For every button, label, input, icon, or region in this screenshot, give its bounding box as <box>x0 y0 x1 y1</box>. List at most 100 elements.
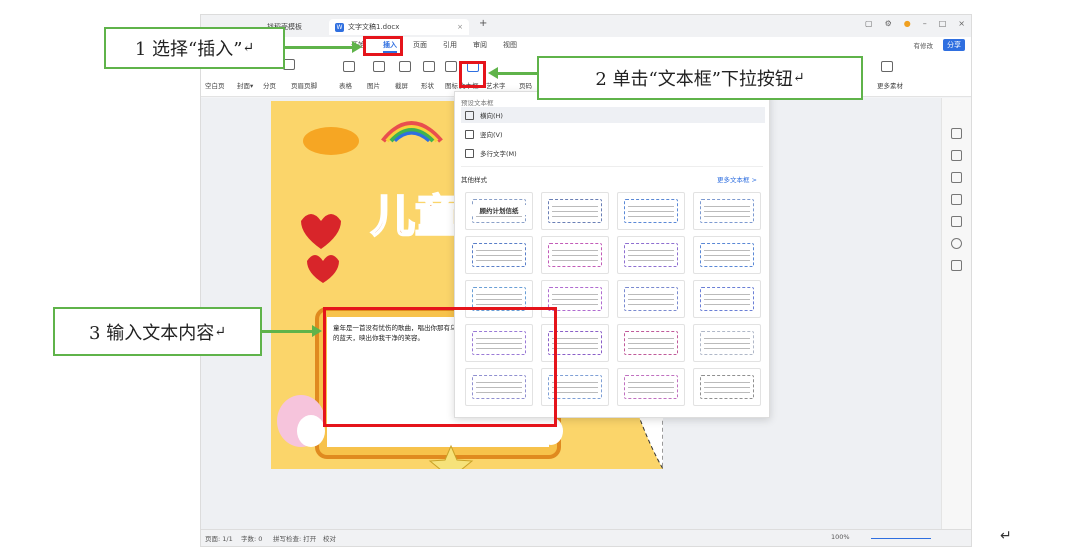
pen-icon[interactable] <box>951 128 962 139</box>
zoom-level[interactable]: 100% <box>831 533 850 541</box>
textbox-template[interactable] <box>541 324 609 362</box>
close-icon[interactable]: × <box>958 19 965 28</box>
avatar[interactable]: ● <box>904 19 911 28</box>
preset-header: 预设文本框 <box>461 99 494 107</box>
ribbon-blank-page[interactable]: 空白页 <box>205 80 225 90</box>
menu-review[interactable]: 审阅 <box>473 40 487 50</box>
textbox-template[interactable] <box>465 324 533 362</box>
textbox-template[interactable] <box>617 368 685 406</box>
word-doc-icon: W <box>335 22 344 32</box>
menu-page[interactable]: 页面 <box>413 40 427 50</box>
status-spellcheck[interactable]: 拼写检查: 打开 <box>273 533 316 543</box>
textbox-icon[interactable] <box>467 61 479 72</box>
ribbon-icons[interactable]: 图标 <box>445 80 458 90</box>
fish-icon <box>303 127 359 155</box>
adjust-icon[interactable] <box>951 172 962 183</box>
template-line <box>476 255 522 256</box>
template-line <box>704 255 750 256</box>
template-line <box>704 343 750 344</box>
rabbit-icon-2 <box>539 417 563 445</box>
ribbon-more-material[interactable]: 更多素材 <box>877 80 903 90</box>
svg-text:儿童: 儿童 <box>371 191 459 242</box>
arrow-step3 <box>262 330 314 333</box>
image-icon[interactable] <box>951 194 962 205</box>
textbox-template[interactable] <box>541 192 609 230</box>
share-button[interactable]: 分享 <box>943 39 965 51</box>
other-styles-header: 其他样式 <box>461 176 487 184</box>
tools-icon[interactable] <box>951 216 962 227</box>
textbox-template[interactable] <box>693 280 761 318</box>
textbox-template[interactable] <box>617 192 685 230</box>
template-line <box>476 382 522 383</box>
close-tab-icon[interactable]: × <box>457 23 463 31</box>
shape-icon[interactable] <box>423 61 435 72</box>
picture-icon[interactable] <box>373 61 385 72</box>
arrow-step2-head <box>488 67 498 79</box>
textbox-template[interactable] <box>617 280 685 318</box>
template-line <box>628 387 674 388</box>
ribbon-picture[interactable]: 图片 <box>367 80 380 90</box>
textbox-template[interactable] <box>541 236 609 274</box>
textbox-dropdown-button[interactable]: 文本框 <box>459 80 479 90</box>
icon-library-icon[interactable] <box>445 61 457 72</box>
maximize-icon[interactable]: □ <box>939 19 947 28</box>
ribbon-page-break[interactable]: 分页 <box>263 80 276 90</box>
arrow-step1 <box>285 46 355 49</box>
status-proof[interactable]: 校对 <box>323 533 336 543</box>
ribbon-art-text[interactable]: 艺术字 <box>486 80 506 90</box>
ribbon-page-number[interactable]: 页码 <box>519 80 532 90</box>
help-icon[interactable] <box>951 238 962 249</box>
status-words: 字数: 0 <box>241 535 263 543</box>
textbox-template[interactable] <box>617 236 685 274</box>
status-page: 页面: 1/1 <box>205 535 233 543</box>
textbox-template[interactable] <box>693 324 761 362</box>
textbox-template[interactable] <box>693 192 761 230</box>
preset-vertical-label: 竖向(V) <box>480 131 503 139</box>
menu-view[interactable]: 视图 <box>503 40 517 50</box>
screenshot-icon[interactable] <box>399 61 411 72</box>
vertical-textbox-icon <box>465 129 474 139</box>
menu-insert[interactable]: 插入 <box>383 40 397 53</box>
template-line <box>476 250 522 251</box>
template-line <box>552 343 598 344</box>
return-mark-2: ↵ <box>792 70 805 86</box>
table-icon[interactable] <box>343 61 355 72</box>
callout-step1: 1 选择“插入” ↵ <box>104 27 285 69</box>
textbox-content[interactable]: 童年是一首没有忧伤的歌曲，唱出你那有乌云的蓝天，映出你我干净的笑容。 <box>333 323 463 343</box>
preset-horizontal[interactable]: 横向(H) <box>461 107 765 123</box>
textbox-template[interactable] <box>465 368 533 406</box>
textbox-template[interactable] <box>693 368 761 406</box>
tab-document[interactable]: W 文字文稿1.docx × <box>329 19 469 35</box>
template-line <box>628 294 674 295</box>
window-layout-icon[interactable]: ▢ <box>865 19 873 28</box>
more-textboxes-link[interactable]: 更多文本框 > <box>717 174 757 184</box>
textbox-template[interactable] <box>541 280 609 318</box>
ribbon-header-footer[interactable]: 页眉页脚 <box>291 80 317 90</box>
textbox-template[interactable] <box>617 324 685 362</box>
ribbon-cover[interactable]: 封面▾ <box>237 80 253 90</box>
settings-icon[interactable]: ⚙ <box>885 19 892 28</box>
minimize-icon[interactable]: – <box>923 19 927 28</box>
share-icon[interactable] <box>951 260 962 271</box>
textbox-template[interactable]: 顾约计划信纸 <box>465 192 533 230</box>
textbox-template[interactable] <box>465 236 533 274</box>
menu-references[interactable]: 引用 <box>443 40 457 50</box>
ribbon-table[interactable]: 表格 <box>339 80 352 90</box>
textbox-template[interactable] <box>693 236 761 274</box>
ribbon-screenshot[interactable]: 截屏 <box>395 80 408 90</box>
select-icon[interactable] <box>951 150 962 161</box>
preset-vertical[interactable]: 竖向(V) <box>461 126 765 142</box>
textbox-template[interactable] <box>541 368 609 406</box>
zoom-slider[interactable] <box>871 538 931 539</box>
new-tab-button[interactable]: + <box>479 18 487 29</box>
template-line <box>628 299 674 300</box>
template-line <box>704 348 750 349</box>
more-material-icon[interactable] <box>881 61 893 72</box>
preset-multiline[interactable]: 多行文字(M) <box>461 145 765 161</box>
return-mark-3: ↵ <box>214 323 226 340</box>
ribbon-shape[interactable]: 形状 <box>421 80 434 90</box>
textbox-template[interactable] <box>465 280 533 318</box>
template-line <box>704 299 750 300</box>
template-line <box>476 294 522 295</box>
edit-status[interactable]: 有修改 <box>914 40 934 50</box>
